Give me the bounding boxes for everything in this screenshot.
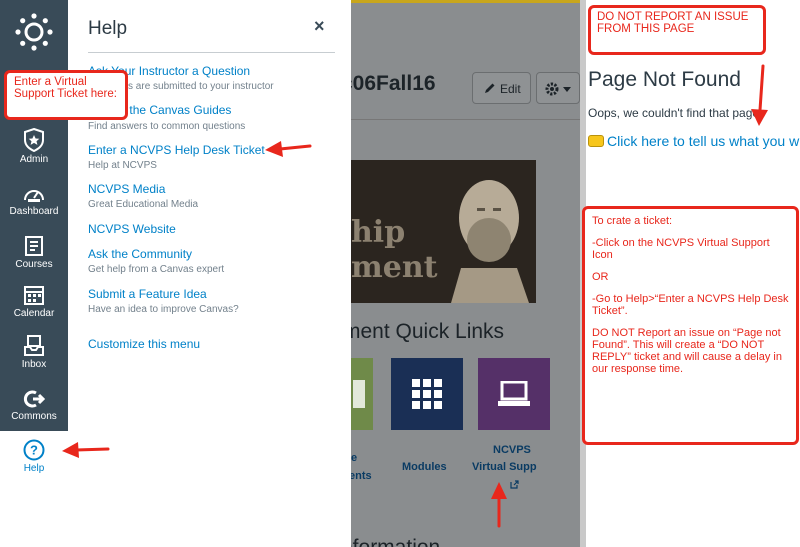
arrow-to-report-link xyxy=(758,64,765,112)
arrow-to-ncvps-ticket xyxy=(278,144,312,151)
arrow-to-help-nav xyxy=(74,447,110,452)
annotation-arrows xyxy=(62,64,768,528)
